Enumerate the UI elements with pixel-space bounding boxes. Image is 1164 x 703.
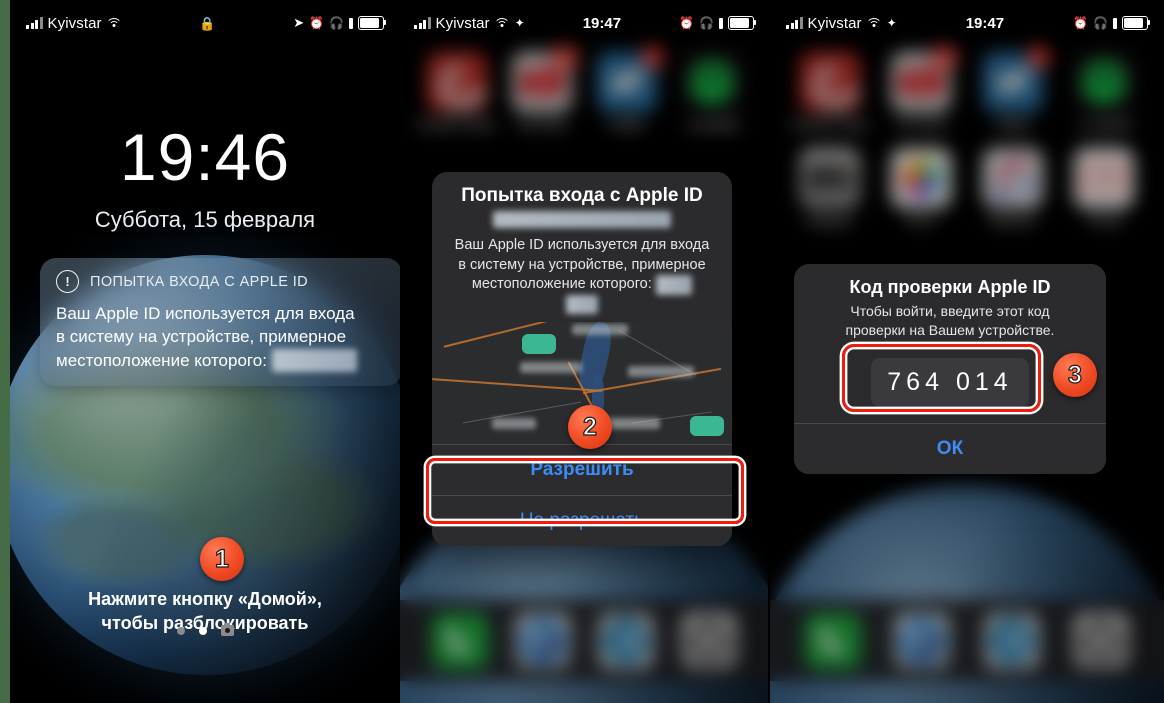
redacted-region: Киев — [565, 294, 599, 315]
notification-card[interactable]: ! ПОПЫТКА ВХОДА С APPLE ID Ваш Apple ID … — [40, 258, 400, 386]
status-right-3: ⏰ 🎧 — [1073, 16, 1150, 30]
status-left-3: Kyivstar ✦ — [786, 15, 897, 32]
panel-verification-code: Kyivstar ✦ 19:47 ⏰ 🎧 Pocket Casts 48 You… — [770, 0, 1164, 703]
status-right-2: ⏰ 🎧 — [679, 16, 756, 30]
map-label-blur — [520, 362, 582, 374]
alert-message-line-2: в систему на устройстве, примерное — [458, 256, 706, 273]
alert-header-2: Попытка входа с Apple ID aleks.nikolaev@… — [432, 172, 732, 322]
code-part-1: 764 — [887, 367, 944, 396]
status-time-3: 19:47 — [965, 14, 1005, 32]
lock-icon: 🔒 — [199, 15, 216, 31]
alert-header-3: Код проверки Apple ID Чтобы войти, введи… — [794, 264, 1106, 348]
lock-date: Суббота, 15 февраля — [94, 207, 316, 232]
notification-line-3: местоположение которого: Киев, Киев — [56, 348, 386, 372]
code-part-2: 014 — [956, 367, 1013, 396]
status-left-1: Kyivstar — [26, 14, 123, 32]
lock-glyph-center: 🔒 — [122, 15, 294, 32]
camera-icon[interactable] — [220, 623, 234, 636]
redacted-city: Киев, — [655, 275, 693, 295]
battery-icon — [1122, 16, 1150, 30]
status-bar-2: Kyivstar ✦ 19:47 ⏰ 🎧 — [400, 0, 768, 46]
status-left-2: Kyivstar ✦ — [414, 15, 525, 32]
notification-title: ПОПЫТКА ВХОДА С APPLE ID — [90, 273, 309, 290]
status-bar-3: Kyivstar ✦ 19:47 ⏰ 🎧 — [770, 0, 1164, 46]
alarm-icon: ⏰ — [309, 16, 325, 30]
allow-button[interactable]: Разрешить — [432, 444, 732, 496]
carrier-label-2: Kyivstar — [435, 14, 490, 32]
alert-message-line-2: проверки на Вашем устройстве. — [845, 321, 1055, 338]
redacted-location: Киев, Киев — [271, 348, 357, 372]
notification-body: Ваш Apple ID используется для входа в си… — [56, 302, 386, 372]
step-badge-2: 2 — [568, 405, 612, 449]
lock-page-dots — [10, 623, 400, 636]
panel-allow-dialog: Kyivstar ✦ 19:47 ⏰ 🎧 Pocket Casts 48 You… — [400, 0, 768, 703]
alert-message-line-4: Киев — [449, 294, 715, 315]
status-right-1: ➤ ⏰ 🎧 — [293, 15, 386, 31]
exclamation-icon: ! — [56, 270, 79, 293]
alert-message-line-3-text: местоположение которого: — [471, 276, 652, 293]
signal-bars-icon — [26, 17, 43, 29]
battery-small-icon — [349, 17, 353, 29]
status-time-2: 19:47 — [582, 14, 622, 32]
map-label-blur — [628, 366, 694, 378]
alert-message-line-3: местоположение которого: Киев, — [449, 275, 715, 295]
status-bar-1: Kyivstar 🔒 ➤ ⏰ 🎧 — [10, 0, 400, 46]
alert-title: Попытка входа с Apple ID — [461, 185, 703, 206]
alert-subtitle: aleks.nikolaev@gmail.com — [449, 211, 715, 229]
headphones-icon: 🎧 — [699, 16, 714, 30]
unlock-hint-line-1: Нажмите кнопку «Домой», — [88, 589, 322, 609]
redacted-email: aleks.nikolaev@gmail.com — [493, 211, 671, 228]
notification-line-2: в систему на устройстве, примерное — [56, 327, 347, 347]
screenshot-root: Kyivstar 🔒 ➤ ⏰ 🎧 19:46 Суббота, 15 февра… — [0, 0, 1164, 703]
carrier-label-1: Kyivstar — [47, 14, 102, 32]
sync-icon: ✦ — [886, 16, 897, 30]
page-dot[interactable] — [176, 626, 185, 635]
alert-message-line-1: Ваш Apple ID используется для входа — [454, 237, 710, 253]
alarm-icon: ⏰ — [1073, 16, 1089, 30]
panel-lock-screen: Kyivstar 🔒 ➤ ⏰ 🎧 19:46 Суббота, 15 февра… — [10, 0, 400, 703]
battery-icon — [728, 16, 756, 30]
alert-message-line-1: Чтобы войти, введите этот код — [850, 303, 1050, 319]
headphones-icon: 🎧 — [329, 16, 344, 30]
wifi-icon — [866, 17, 883, 29]
ok-button[interactable]: ОК — [794, 422, 1106, 474]
map-label-blur — [492, 418, 536, 430]
wifi-icon — [494, 17, 511, 29]
alert-message: Чтобы войти, введите этот код проверки н… — [811, 302, 1089, 340]
step-badge-3: 3 — [1053, 353, 1097, 397]
wifi-icon — [106, 17, 123, 29]
alarm-icon: ⏰ — [679, 16, 695, 30]
lock-clock: 19:46 — [119, 120, 291, 194]
map-pin — [522, 334, 556, 355]
deny-button[interactable]: Не разрешать — [432, 495, 732, 547]
battery-icon — [358, 16, 386, 30]
signal-bars-icon — [414, 17, 431, 29]
map-label-blur — [572, 324, 628, 336]
step-badge-1: 1 — [200, 537, 244, 581]
carrier-label-3: Kyivstar — [807, 14, 862, 32]
headphones-icon: 🎧 — [1093, 16, 1108, 30]
notification-line-3-text: местоположение которого: — [56, 350, 267, 370]
alert-message: Ваш Apple ID используется для входа в си… — [449, 236, 715, 315]
notification-line-1: Ваш Apple ID используется для входа — [56, 304, 355, 323]
alert-title: Код проверки Apple ID — [849, 277, 1051, 297]
notification-header: ! ПОПЫТКА ВХОДА С APPLE ID — [56, 270, 386, 293]
signal-bars-icon — [786, 17, 803, 29]
map-pin — [690, 416, 724, 437]
page-dot-active[interactable] — [198, 626, 207, 635]
apple-id-signin-alert: Попытка входа с Apple ID aleks.nikolaev@… — [432, 172, 732, 547]
left-edge-strip — [0, 0, 10, 703]
sync-icon: ✦ — [514, 16, 525, 30]
location-arrow-icon: ➤ — [293, 15, 305, 30]
battery-small-icon — [719, 17, 723, 29]
battery-small-icon — [1113, 17, 1117, 29]
verification-code: 764 014 — [871, 357, 1029, 407]
